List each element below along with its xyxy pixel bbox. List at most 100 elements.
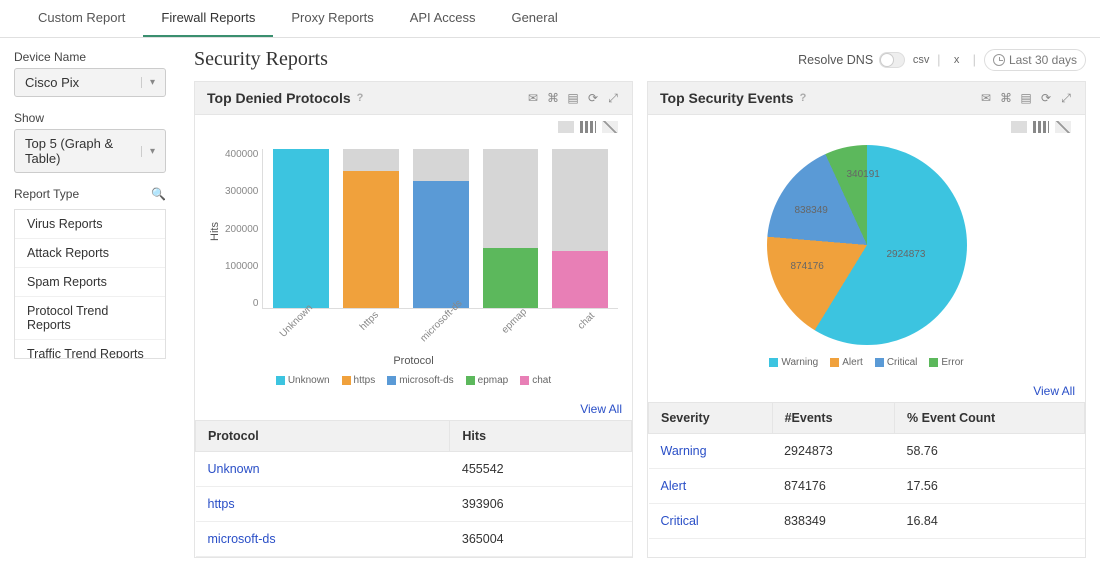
pie-legend: Warning Alert Critical Error [662,349,1071,376]
expand-icon[interactable]: ⤢ [1059,91,1073,105]
show-select[interactable]: Top 5 (Graph & Table) ▾ [14,129,166,173]
x-axis-label: Protocol [209,355,618,367]
bar-microsoft-ds[interactable] [413,181,469,308]
report-type-item[interactable]: Virus Reports [15,210,165,239]
chart-type-area-icon[interactable] [558,121,574,133]
card-security-events: Top Security Events ? ✉ ⌘ ▤ ⟳ ⤢ [647,81,1086,558]
device-name-select[interactable]: Cisco Pix ▾ [14,68,166,97]
table-row: Warning 292487358.76 [649,434,1085,469]
sidebar: Device Name Cisco Pix ▾ Show Top 5 (Grap… [0,38,180,568]
tab-custom-report[interactable]: Custom Report [20,0,143,37]
hits-cell: 455542 [450,452,632,487]
severity-link[interactable]: Warning [661,444,707,458]
pie-slice-label: 340191 [847,169,880,180]
card-title: Top Denied Protocols [207,90,351,106]
clock-icon [993,54,1005,66]
th-pct: % Event Count [895,403,1085,434]
y-ticks: 400000 300000 200000 100000 0 [225,149,262,309]
events-cell: 838349 [772,504,894,539]
tab-general[interactable]: General [493,0,575,37]
email-icon[interactable]: ✉ [979,91,993,105]
report-type-label: Report Type [14,187,79,201]
time-range-picker[interactable]: Last 30 days [984,49,1086,71]
report-type-item[interactable]: Attack Reports [15,239,165,268]
separator: | [937,52,940,67]
export-xls-icon[interactable]: x [949,52,965,68]
pdf-icon[interactable]: ⌘ [999,91,1013,105]
bar-https[interactable] [343,171,399,308]
resolve-dns-label: Resolve DNS [798,53,873,67]
table-row: Critical 83834916.84 [649,504,1085,539]
chart-type-line-icon[interactable] [602,121,618,133]
report-type-item[interactable]: Protocol Trend Reports [15,297,165,340]
th-events: #Events [772,403,894,434]
events-table: Severity #Events % Event Count Warning 29… [648,402,1085,539]
hits-cell: 393906 [450,487,632,522]
view-all-link[interactable]: View All [1033,384,1075,398]
severity-link[interactable]: Critical [661,514,699,528]
card-title: Top Security Events [660,90,794,106]
chart-type-bar-icon[interactable] [580,121,596,133]
denied-table: Protocol Hits Unknown455542 https393906 … [195,420,632,557]
events-cell: 874176 [772,469,894,504]
protocol-link[interactable]: https [208,497,235,511]
separator: | [973,52,976,67]
expand-icon[interactable]: ⤢ [606,91,620,105]
pct-cell: 16.84 [895,504,1085,539]
report-type-item[interactable]: Traffic Trend Reports [15,340,165,359]
view-all-link[interactable]: View All [580,402,622,416]
card-denied-protocols: Top Denied Protocols ? ✉ ⌘ ▤ ⟳ ⤢ [194,81,633,558]
pie-chart[interactable]: 2924873 874176 838349 340191 [767,145,967,345]
resolve-dns-toggle[interactable]: Resolve DNS [798,52,905,68]
pie-slice-label: 838349 [795,205,828,216]
page-title: Security Reports [194,48,328,71]
refresh-icon[interactable]: ⟳ [1039,91,1053,105]
th-protocol: Protocol [196,421,450,452]
time-range-label: Last 30 days [1009,53,1077,67]
table-row: Alert 87417617.56 [649,469,1085,504]
table-row: Unknown 455542 [196,452,632,487]
th-severity: Severity [649,403,773,434]
pct-cell: 17.56 [895,469,1085,504]
report-type-list[interactable]: Virus Reports Attack Reports Spam Report… [14,209,166,359]
refresh-icon[interactable]: ⟳ [586,91,600,105]
help-icon[interactable]: ? [800,92,807,104]
pie-slice-label: 2924873 [887,249,926,260]
chart-type-bar-icon[interactable] [1033,121,1049,133]
bar-legend: Unknown https microsoft-ds epmap chat [209,367,618,394]
caret-down-icon: ▾ [141,146,155,157]
search-icon[interactable]: 🔍 [151,187,166,201]
top-tabs: Custom Report Firewall Reports Proxy Rep… [0,0,1100,38]
device-name-value: Cisco Pix [25,75,79,90]
show-label: Show [14,111,166,125]
toggle-switch[interactable] [879,52,905,68]
th-hits: Hits [450,421,632,452]
tab-proxy-reports[interactable]: Proxy Reports [273,0,391,37]
chart-type-area-icon[interactable] [1011,121,1027,133]
bar-unknown[interactable] [273,149,329,308]
protocol-link[interactable]: Unknown [208,462,260,476]
pie-slice-label: 874176 [791,261,824,272]
report-type-item[interactable]: Spam Reports [15,268,165,297]
caret-down-icon: ▾ [141,77,155,88]
chart-type-line-icon[interactable] [1055,121,1071,133]
show-value: Top 5 (Graph & Table) [25,136,141,166]
schedule-icon[interactable]: ▤ [566,91,580,105]
events-cell: 2924873 [772,434,894,469]
y-axis-label: Hits [209,222,221,241]
pct-cell: 58.76 [895,434,1085,469]
export-csv-icon[interactable]: csv [913,52,929,68]
severity-link[interactable]: Alert [661,479,687,493]
bar-chart: Hits 400000 300000 200000 100000 0 [209,125,618,313]
schedule-icon[interactable]: ▤ [1019,91,1033,105]
help-icon[interactable]: ? [357,92,364,104]
content: Security Reports Resolve DNS csv | x | L… [180,38,1100,568]
hits-cell: 365004 [450,522,632,557]
tab-api-access[interactable]: API Access [392,0,494,37]
device-name-label: Device Name [14,50,166,64]
pdf-icon[interactable]: ⌘ [546,91,560,105]
table-row: https 393906 [196,487,632,522]
email-icon[interactable]: ✉ [526,91,540,105]
protocol-link[interactable]: microsoft-ds [208,532,276,546]
tab-firewall-reports[interactable]: Firewall Reports [143,0,273,37]
